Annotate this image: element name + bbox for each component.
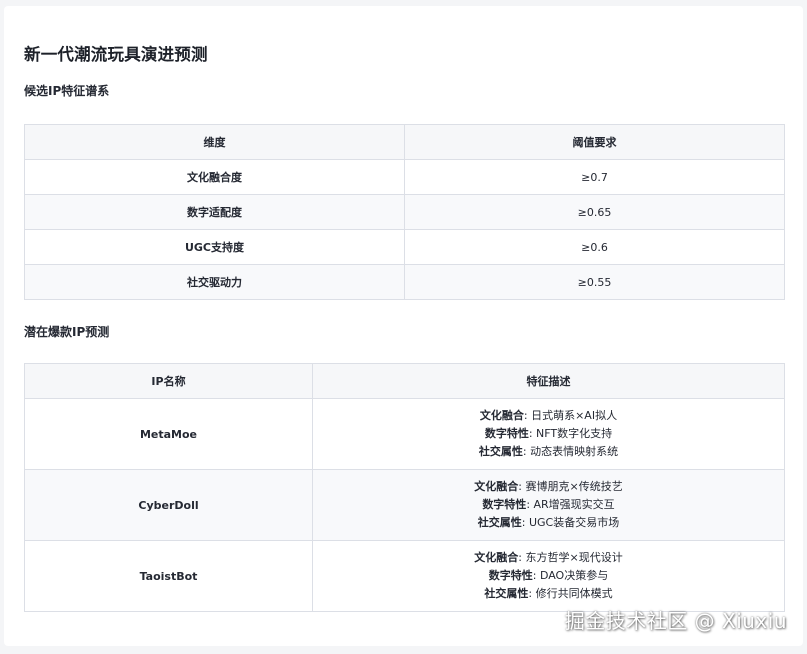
- table-header-row: IP名称 特征描述: [24, 363, 785, 399]
- feature-text: : AR增强现实交互: [526, 498, 615, 511]
- threshold-cell: ≥0.55: [404, 264, 785, 300]
- table-row: 社交驱动力 ≥0.55: [24, 264, 785, 300]
- feature-label: 文化融合: [479, 409, 524, 422]
- page-title: 新一代潮流玩具演进预测: [24, 45, 208, 64]
- dimension-cell: 数字适配度: [24, 194, 405, 230]
- section-heading-potential-ip: 潜在爆款IP预测: [24, 325, 110, 339]
- feature-label: 文化融合: [474, 551, 519, 564]
- feature-label: 社交属性: [484, 587, 529, 600]
- dimension-cell: 文化融合度: [24, 159, 405, 195]
- dimension-cell: UGC支持度: [24, 229, 405, 265]
- dimension-cell: 社交驱动力: [24, 264, 405, 300]
- features-cell: 文化融合: 东方哲学×现代设计 数字特性: DAO决策参与 社交属性: 修行共同…: [312, 540, 785, 612]
- feature-text: : 修行共同体模式: [528, 587, 613, 600]
- table-row: 文化融合度 ≥0.7: [24, 159, 785, 195]
- feature-text: : NFT数字化支持: [528, 427, 613, 440]
- watermark: 掘金技术社区 @ Xiuxiu: [564, 609, 787, 633]
- feature-line: 社交属性: 动态表情映射系统: [321, 443, 776, 461]
- feature-line: 数字特性: NFT数字化支持: [321, 425, 776, 443]
- feature-text: : 赛博朋克×传统技艺: [518, 480, 623, 493]
- content-card: 新一代潮流玩具演进预测 候选IP特征谱系 维度 阈值要求 文化融合度 ≥0.7 …: [4, 6, 803, 646]
- ip-name-cell: CyberDoll: [24, 469, 313, 541]
- table-header-row: 维度 阈值要求: [24, 124, 785, 160]
- feature-text: : UGC装备交易市场: [521, 516, 620, 529]
- feature-line: 数字特性: AR增强现实交互: [321, 496, 776, 514]
- feature-label: 数字特性: [488, 569, 533, 582]
- feature-line: 文化融合: 日式萌系×AI拟人: [321, 407, 776, 425]
- threshold-cell: ≥0.6: [404, 229, 785, 265]
- section-heading-candidate-ip: 候选IP特征谱系: [24, 84, 110, 98]
- table-row: 数字适配度 ≥0.65: [24, 194, 785, 230]
- feature-text: : 日式萌系×AI拟人: [523, 409, 618, 422]
- feature-label: 数字特性: [484, 427, 529, 440]
- feature-text: : 动态表情映射系统: [522, 445, 619, 458]
- column-header-ip-name: IP名称: [24, 363, 313, 399]
- threshold-cell: ≥0.7: [404, 159, 785, 195]
- ip-name-cell: MetaMoe: [24, 398, 313, 470]
- features-cell: 文化融合: 赛博朋克×传统技艺 数字特性: AR增强现实交互 社交属性: UGC…: [312, 469, 785, 541]
- table-row: CyberDoll 文化融合: 赛博朋克×传统技艺 数字特性: AR增强现实交互…: [24, 469, 785, 541]
- table-row: MetaMoe 文化融合: 日式萌系×AI拟人 数字特性: NFT数字化支持 社…: [24, 398, 785, 470]
- feature-label: 社交属性: [478, 445, 523, 458]
- column-header-threshold: 阈值要求: [404, 124, 785, 160]
- table-row: TaoistBot 文化融合: 东方哲学×现代设计 数字特性: DAO决策参与 …: [24, 540, 785, 612]
- table-row: UGC支持度 ≥0.6: [24, 229, 785, 265]
- feature-text: : 东方哲学×现代设计: [518, 551, 623, 564]
- feature-label: 数字特性: [482, 498, 527, 511]
- feature-line: 文化融合: 东方哲学×现代设计: [321, 549, 776, 567]
- feature-line: 数字特性: DAO决策参与: [321, 567, 776, 585]
- column-header-features: 特征描述: [312, 363, 785, 399]
- feature-line: 社交属性: 修行共同体模式: [321, 585, 776, 603]
- feature-line: 社交属性: UGC装备交易市场: [321, 514, 776, 532]
- threshold-cell: ≥0.65: [404, 194, 785, 230]
- feature-label: 文化融合: [474, 480, 519, 493]
- column-header-dimension: 维度: [24, 124, 405, 160]
- feature-text: : DAO决策参与: [532, 569, 609, 582]
- features-cell: 文化融合: 日式萌系×AI拟人 数字特性: NFT数字化支持 社交属性: 动态表…: [312, 398, 785, 470]
- feature-line: 文化融合: 赛博朋克×传统技艺: [321, 478, 776, 496]
- threshold-table: 维度 阈值要求 文化融合度 ≥0.7 数字适配度 ≥0.65 UGC支持度 ≥0…: [24, 124, 785, 300]
- feature-label: 社交属性: [477, 516, 522, 529]
- ip-name-cell: TaoistBot: [24, 540, 313, 612]
- ip-prediction-table: IP名称 特征描述 MetaMoe 文化融合: 日式萌系×AI拟人 数字特性: …: [24, 363, 785, 612]
